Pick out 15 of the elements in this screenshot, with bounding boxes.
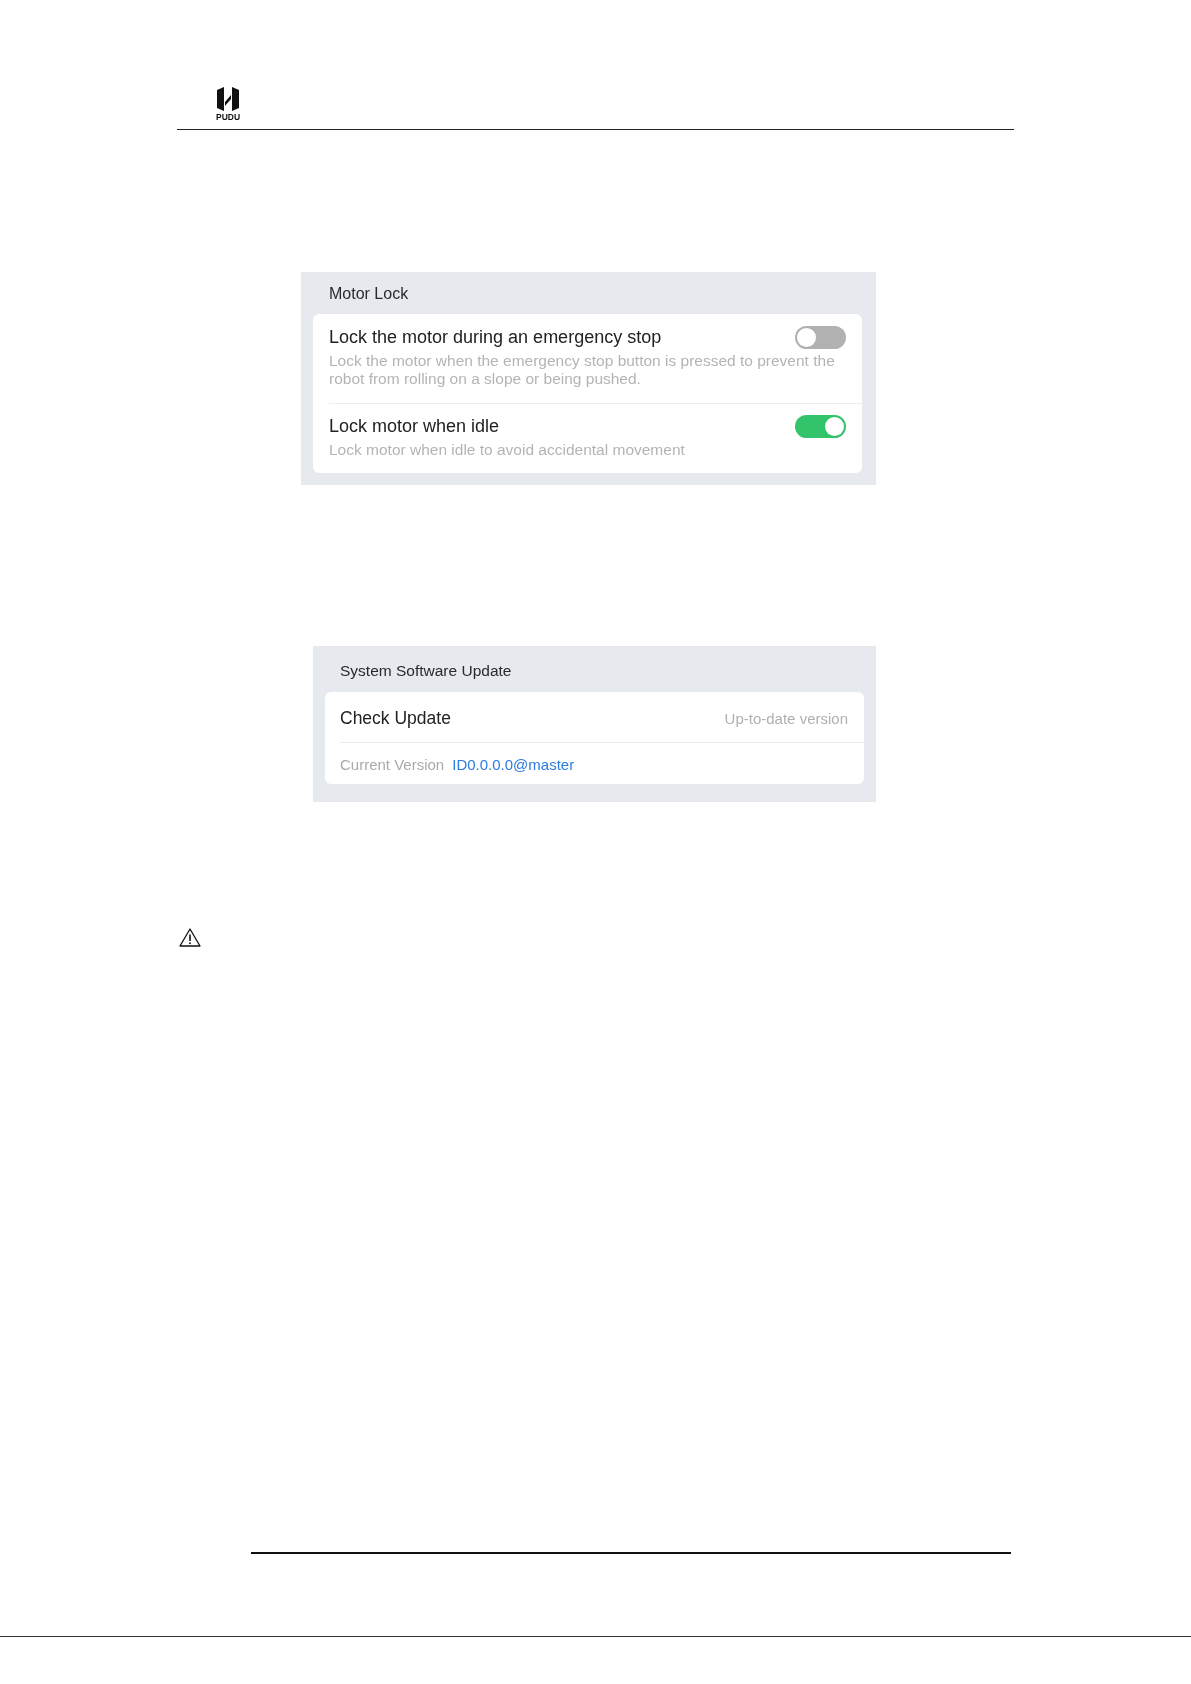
- logo-wordmark: PUDU: [216, 112, 241, 122]
- section-title: System Software Update: [339, 661, 513, 681]
- version-value: ID0.0.0.0@master: [452, 756, 575, 773]
- logo-mark-icon: [217, 87, 240, 111]
- update-status-text: Up-to-date version: [724, 710, 848, 727]
- section-title: Motor Lock: [328, 284, 410, 304]
- check-update-label[interactable]: Check Update: [340, 708, 451, 729]
- setting-title: Lock the motor during an emergency stop: [329, 326, 662, 349]
- toggle-switch[interactable]: [795, 414, 846, 438]
- setting-description: Lock motor when idle to avoid accidental movement: [329, 441, 686, 459]
- setting-title: Lock motor when idle: [329, 415, 500, 438]
- version-label: Current Version: [340, 756, 445, 773]
- toggle-switch[interactable]: [795, 325, 846, 349]
- warning-icon: [179, 928, 201, 947]
- setting-description: Lock the motor when the emergency stop button is pressed to prevent the robot from rolling on a slope or being pushed.: [329, 352, 836, 388]
